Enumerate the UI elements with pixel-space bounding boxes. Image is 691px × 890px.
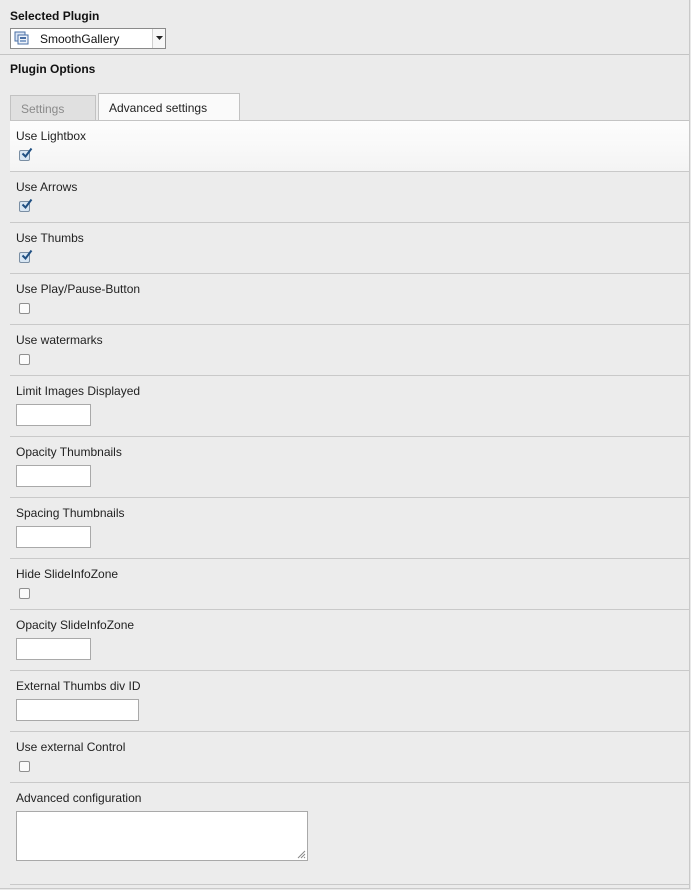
gallery-icon (13, 30, 31, 48)
field-label: Opacity Thumbnails (16, 445, 122, 459)
field-label: Spacing Thumbnails (16, 506, 125, 520)
field-label: Use Play/Pause-Button (16, 282, 141, 296)
use-play-pause-checkbox[interactable] (19, 303, 30, 314)
spacing-thumbnails-input[interactable] (16, 526, 91, 548)
field-hide-slideinfozone: Hide SlideInfoZone (10, 559, 689, 610)
resize-grip-icon[interactable] (296, 849, 306, 859)
opacity-thumbnails-input[interactable] (16, 465, 91, 487)
field-label: Advanced configuration (16, 791, 142, 805)
field-label: Use external Control (16, 740, 126, 754)
field-label: External Thumbs div ID (16, 679, 141, 693)
external-thumbs-div-id-input[interactable] (16, 699, 139, 721)
use-lightbox-checkbox[interactable] (19, 147, 33, 161)
plugin-options-heading: Plugin Options (10, 62, 96, 76)
advanced-configuration-textarea[interactable] (16, 811, 308, 861)
field-use-lightbox: Use Lightbox (10, 121, 689, 172)
chevron-down-icon[interactable] (152, 29, 165, 48)
plugin-settings-page: Selected Plugin SmoothGallery Plugin Opt… (0, 0, 690, 889)
hide-slideinfozone-checkbox[interactable] (19, 588, 30, 599)
tab-settings[interactable]: Settings (10, 95, 96, 121)
checkmark-icon (21, 249, 33, 261)
plugin-select[interactable]: SmoothGallery (10, 28, 166, 49)
selected-plugin-section: Selected Plugin SmoothGallery (0, 0, 689, 55)
field-use-watermarks: Use watermarks (10, 325, 689, 376)
use-thumbs-checkbox[interactable] (19, 249, 33, 263)
checkmark-icon (21, 198, 33, 210)
field-use-arrows: Use Arrows (10, 172, 689, 223)
use-external-control-checkbox[interactable] (19, 761, 30, 772)
plugin-select-value: SmoothGallery (40, 31, 120, 46)
field-label: Use Thumbs (16, 231, 84, 245)
field-use-play-pause: Use Play/Pause-Button (10, 274, 689, 325)
opacity-slideinfozone-input[interactable] (16, 638, 91, 660)
tab-advanced-settings[interactable]: Advanced settings (98, 93, 240, 121)
options-tabs: Settings Advanced settings (10, 93, 242, 121)
field-opacity-thumbnails: Opacity Thumbnails (10, 437, 689, 498)
use-arrows-checkbox[interactable] (19, 198, 33, 212)
field-use-external-control: Use external Control (10, 732, 689, 783)
limit-images-input[interactable] (16, 404, 91, 426)
use-watermarks-checkbox[interactable] (19, 354, 30, 365)
field-label: Limit Images Displayed (16, 384, 141, 398)
field-opacity-slideinfozone: Opacity SlideInfoZone (10, 610, 689, 671)
field-label: Use Arrows (16, 180, 78, 194)
field-advanced-configuration: Advanced configuration (10, 783, 689, 885)
checkmark-icon (21, 147, 33, 159)
field-label: Hide SlideInfoZone (16, 567, 119, 581)
selected-plugin-heading: Selected Plugin (10, 9, 100, 23)
field-spacing-thumbnails: Spacing Thumbnails (10, 498, 689, 559)
field-label: Use watermarks (16, 333, 103, 347)
field-label: Opacity SlideInfoZone (16, 618, 135, 632)
field-use-thumbs: Use Thumbs (10, 223, 689, 274)
advanced-settings-panel: Use Lightbox Use Arrows Use Thumbs Use P… (10, 120, 689, 885)
field-label: Use Lightbox (16, 129, 87, 143)
field-external-thumbs-div-id: External Thumbs div ID (10, 671, 689, 732)
field-limit-images: Limit Images Displayed (10, 376, 689, 437)
